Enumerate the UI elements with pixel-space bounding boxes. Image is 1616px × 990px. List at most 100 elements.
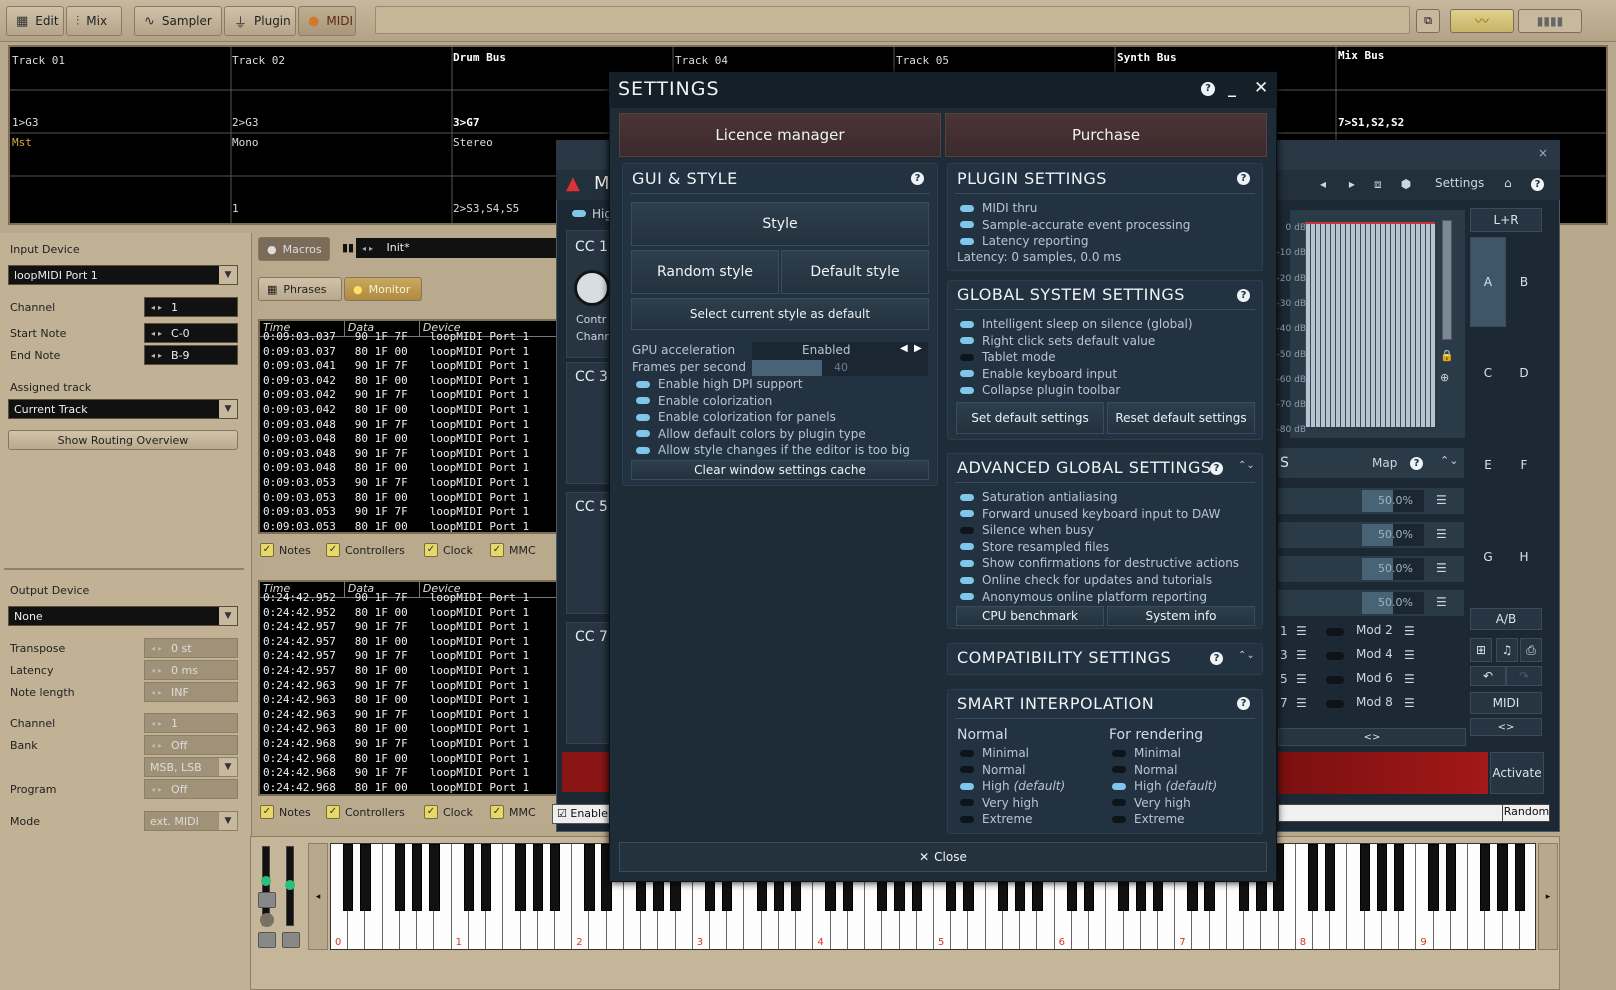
piano-black-key[interactable] <box>1376 844 1388 911</box>
track-route[interactable]: 2>G3 <box>232 116 259 129</box>
option-toggle[interactable]: MIDI thru <box>960 201 1037 215</box>
piano-black-key[interactable] <box>1359 844 1370 911</box>
piano-black-key[interactable] <box>1428 844 1439 911</box>
track-name[interactable]: Track 04 <box>675 54 728 67</box>
expand-collapse-icon[interactable]: ⌃⌄ <box>1238 460 1255 471</box>
settings-label[interactable]: Settings <box>1435 176 1484 190</box>
slot-c[interactable]: C <box>1470 328 1506 418</box>
track-name[interactable]: Track 02 <box>232 54 285 67</box>
mod-toggle[interactable] <box>1326 628 1344 636</box>
system-info-button[interactable]: System info <box>1107 606 1255 626</box>
help-icon[interactable]: ? <box>1237 289 1250 302</box>
option-toggle[interactable]: Normal <box>960 763 1025 777</box>
cpu-benchmark-button[interactable]: CPU benchmark <box>956 606 1104 626</box>
minimize-icon[interactable]: _ <box>1228 78 1236 97</box>
reset-default-settings-button[interactable]: Reset default settings <box>1107 402 1255 434</box>
piano-black-key[interactable] <box>1325 844 1336 911</box>
transpose-spinner[interactable]: ◂▸ 0 st <box>144 638 238 658</box>
help-icon[interactable]: ? <box>1237 172 1250 185</box>
scroll-right-icon[interactable]: ▸ <box>1538 843 1558 950</box>
option-toggle[interactable]: Allow style changes if the editor is too… <box>636 443 910 457</box>
mod-label[interactable]: Mod 6 <box>1356 671 1393 685</box>
piano-black-key[interactable] <box>343 844 354 911</box>
option-toggle[interactable]: Silence when busy <box>960 523 1094 537</box>
expand-collapse-icon[interactable]: ⌃⌄ <box>1238 650 1255 661</box>
help-icon[interactable]: ? <box>1210 652 1223 665</box>
option-toggle[interactable]: Store resampled files <box>960 540 1109 554</box>
option-toggle[interactable]: Forward unused keyboard input to DAW <box>960 507 1220 521</box>
cc-knob[interactable] <box>574 270 610 306</box>
output-device-dropdown[interactable]: None ▼ <box>8 606 238 626</box>
piano-black-key[interactable] <box>1307 844 1319 911</box>
channel-spinner[interactable]: ◂▸ 1 <box>144 297 238 317</box>
filter-clock[interactable]: ✓ Clock <box>424 543 473 557</box>
option-toggle[interactable]: Normal <box>1112 763 1177 777</box>
piano-black-key[interactable] <box>584 844 595 911</box>
enable-checkbox[interactable]: ☑ Enable <box>552 804 612 824</box>
menu-icon[interactable]: ☰ <box>1404 696 1415 710</box>
option-toggle[interactable]: Minimal <box>960 746 1029 760</box>
option-toggle[interactable]: Collapse plugin toolbar <box>960 383 1120 397</box>
option-toggle[interactable]: Very high <box>1112 796 1191 810</box>
toggle-led[interactable] <box>572 210 586 217</box>
option-toggle[interactable]: Online check for updates and tutorials <box>960 573 1212 587</box>
mod-toggle[interactable] <box>1326 652 1344 660</box>
help-icon[interactable]: ? <box>911 172 924 185</box>
option-toggle[interactable]: Enable colorization <box>636 394 772 408</box>
out-channel-spinner[interactable]: ◂▸ 1 <box>144 713 238 733</box>
bank-mode-dropdown[interactable]: MSB, LSB ▼ <box>144 757 238 777</box>
set-default-settings-button[interactable]: Set default settings <box>956 402 1104 434</box>
show-routing-button[interactable]: Show Routing Overview <box>8 430 238 450</box>
slot-a[interactable]: A <box>1470 237 1506 327</box>
track-mode[interactable]: Mst <box>12 136 32 149</box>
track-mode[interactable]: Stereo <box>453 136 493 149</box>
spinner-arrows-icon[interactable]: ◀ ▶ <box>900 343 922 354</box>
filter-notes[interactable]: ✓ Notes <box>260 543 311 557</box>
option-toggle[interactable]: Enable high DPI support <box>636 377 803 391</box>
home-icon[interactable]: ⌂ <box>1504 176 1512 190</box>
default-style-button[interactable]: Default style <box>781 250 929 294</box>
map-label[interactable]: Map <box>1372 456 1397 470</box>
help-icon[interactable]: ? <box>1201 82 1215 96</box>
piano-black-key[interactable] <box>360 844 371 911</box>
octave-down-button[interactable] <box>258 932 276 948</box>
piano-black-key[interactable] <box>394 844 406 911</box>
track-name[interactable]: Track 01 <box>12 54 65 67</box>
style-button[interactable]: Style <box>631 202 929 246</box>
preset-selector[interactable]: ◂▸ Init* <box>356 238 556 258</box>
scroll-left-icon[interactable]: ◂ <box>308 843 328 950</box>
waveform-view-button[interactable]: 〰 <box>1450 9 1514 33</box>
phrases-tab[interactable]: ▦ Phrases <box>258 277 342 301</box>
piano-black-key[interactable] <box>1445 844 1457 911</box>
close-icon[interactable]: × <box>1538 146 1548 160</box>
mod-label[interactable]: Mod 2 <box>1356 623 1393 637</box>
expand-button[interactable]: <> <box>1278 728 1466 746</box>
pitch-reset-button[interactable] <box>258 892 276 908</box>
piano-black-key[interactable] <box>1480 844 1491 911</box>
select-style-default-button[interactable]: Select current style as default <box>631 298 929 330</box>
slot-d[interactable]: D <box>1506 328 1542 418</box>
purchase-button[interactable]: Purchase <box>945 113 1267 157</box>
menu-icon[interactable]: ☰ <box>1296 648 1307 662</box>
help-icon[interactable]: ? <box>1210 462 1223 475</box>
export-icon[interactable]: ⎙ <box>1520 638 1542 662</box>
piano-black-key[interactable] <box>1394 844 1405 911</box>
slot-e[interactable]: E <box>1470 420 1506 510</box>
option-toggle[interactable]: Extreme <box>960 812 1033 826</box>
menu-icon[interactable]: ☰ <box>1436 561 1447 575</box>
track-route[interactable]: 1>G3 <box>12 116 39 129</box>
mod-wheel-thumb[interactable] <box>285 880 295 890</box>
midi-tab[interactable]: ● MIDI <box>298 6 356 36</box>
octave-up-button[interactable] <box>282 932 300 948</box>
midi-button[interactable]: MIDI <box>1470 692 1542 714</box>
piano-black-key[interactable] <box>1497 844 1508 911</box>
note-length-spinner[interactable]: ◂▸ INF <box>144 682 238 702</box>
filter-clock[interactable]: ✓ Clock <box>424 805 473 819</box>
zoom-icon[interactable]: ⊕ <box>1440 371 1449 384</box>
plugin-tab[interactable]: ⏚ Plugin <box>224 6 296 36</box>
mode-dropdown[interactable]: ext. MIDI ▼ <box>144 811 238 831</box>
piano-black-key[interactable] <box>480 844 492 911</box>
track-output[interactable]: 1 <box>232 202 239 215</box>
track-name[interactable]: Mix Bus <box>1338 49 1384 62</box>
option-toggle[interactable]: Intelligent sleep on silence (global) <box>960 317 1193 331</box>
